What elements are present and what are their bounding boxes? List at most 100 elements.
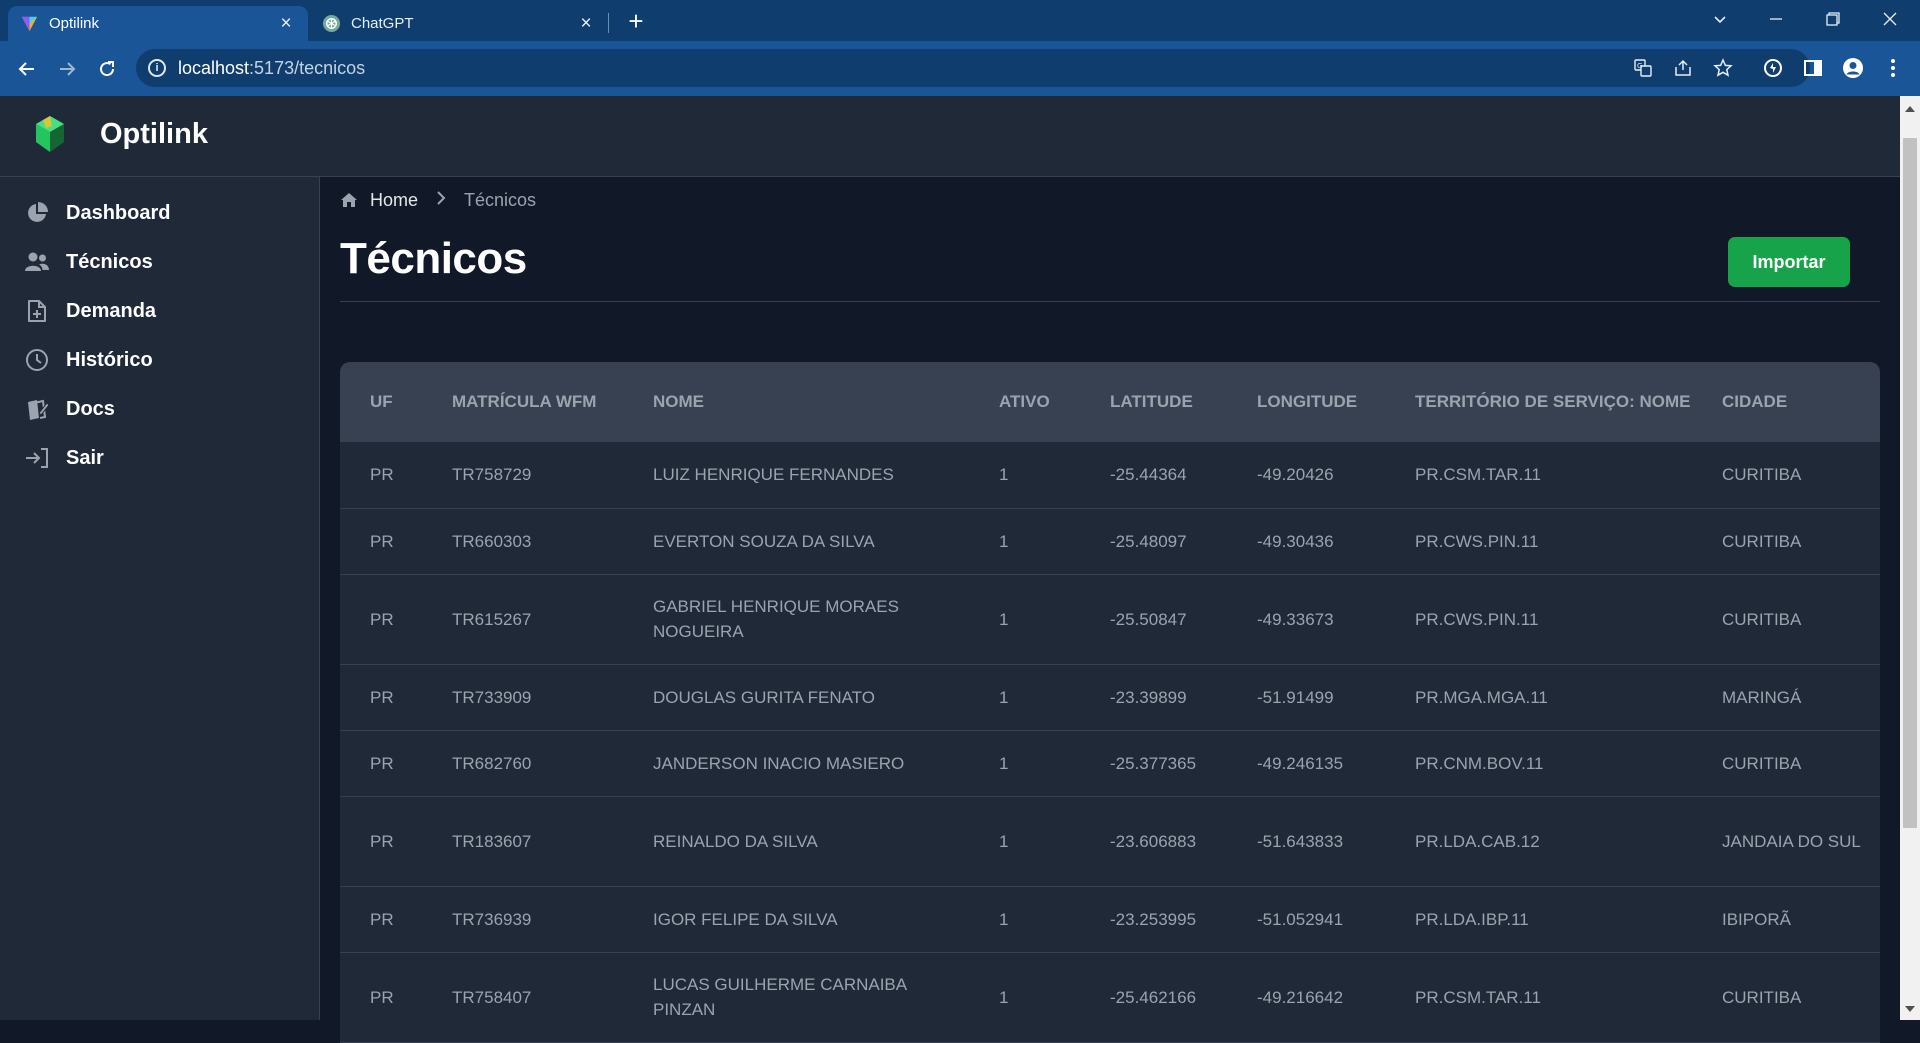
site-info-icon[interactable]: i: [148, 59, 166, 77]
cell-territorio: PR.CSM.TAR.11: [1385, 952, 1692, 1043]
cell-cidade: CURITIBA: [1692, 730, 1880, 797]
column-header-ativo[interactable]: Ativo: [969, 362, 1080, 442]
column-header-territorio[interactable]: Território de Serviço: Nome: [1385, 362, 1692, 442]
cell-nome: GABRIEL HENRIQUE MORAES NOGUEIRA: [623, 574, 969, 665]
browser-toolbar: i localhost:5173/tecnicos G: [0, 41, 1920, 96]
cell-territorio: PR.CWS.PIN.11: [1385, 508, 1692, 575]
translate-icon[interactable]: G: [1632, 58, 1654, 80]
back-arrow-icon[interactable]: [12, 54, 42, 84]
cell-matricula: TR758407: [422, 952, 623, 1043]
sidebar-item-label: Sair: [66, 446, 104, 469]
browser-menu-icon[interactable]: [1879, 54, 1907, 82]
cell-cidade: MARINGÁ: [1692, 664, 1880, 731]
cell-latitude: -23.606883: [1080, 796, 1227, 887]
table-row[interactable]: PR TR733909 DOUGLAS GURITA FENATO 1 -23.…: [340, 664, 1880, 731]
import-button[interactable]: Importar: [1728, 237, 1850, 287]
cell-longitude: -51.052941: [1227, 886, 1385, 953]
extension-icon[interactable]: [1759, 54, 1787, 82]
tab-title: ChatGPT: [351, 15, 414, 32]
browser-tab-chatgpt[interactable]: ChatGPT ×: [310, 6, 608, 41]
cell-longitude: -49.216642: [1227, 952, 1385, 1043]
column-header-nome[interactable]: Nome: [623, 362, 969, 442]
cell-nome: IGOR FELIPE DA SILVA: [623, 886, 969, 953]
cell-matricula: TR615267: [422, 574, 623, 665]
column-header-cidade[interactable]: Cidade: [1692, 362, 1880, 442]
page-scrollbar[interactable]: [1900, 96, 1920, 1020]
restore-window-icon[interactable]: [1818, 4, 1848, 34]
cell-uf: PR: [340, 508, 422, 575]
table-row[interactable]: PR TR736939 IGOR FELIPE DA SILVA 1 -23.2…: [340, 886, 1880, 953]
column-header-longitude[interactable]: Longitude: [1227, 362, 1385, 442]
cell-territorio: PR.CSM.TAR.11: [1385, 442, 1692, 509]
cell-territorio: PR.CNM.BOV.11: [1385, 730, 1692, 797]
bookmark-star-icon[interactable]: [1712, 58, 1734, 80]
new-tab-button[interactable]: +: [622, 8, 650, 36]
cell-ativo: 1: [969, 508, 1080, 575]
column-header-uf[interactable]: UF: [340, 362, 422, 442]
cell-longitude: -49.246135: [1227, 730, 1385, 797]
table-row[interactable]: PR TR758729 LUIZ HENRIQUE FERNANDES 1 -2…: [340, 442, 1880, 509]
sidebar-item-tecnicos[interactable]: Técnicos: [24, 242, 304, 282]
users-icon: [24, 249, 50, 275]
scroll-down-arrow-icon[interactable]: [1905, 1006, 1915, 1012]
table-row[interactable]: PR TR758407 LUCAS GUILHERME CARNAIBA PIN…: [340, 952, 1880, 1043]
table-row[interactable]: PR TR615267 GABRIEL HENRIQUE MORAES NOGU…: [340, 574, 1880, 665]
cell-ativo: 1: [969, 574, 1080, 665]
cell-latitude: -25.462166: [1080, 952, 1227, 1043]
app-viewport: Optilink Dashboard Técnicos Demanda Hist…: [0, 96, 1920, 1043]
cell-cidade: JANDAIA DO SUL: [1692, 796, 1880, 887]
sidebar-item-label: Técnicos: [66, 250, 153, 273]
forward-arrow-icon[interactable]: [52, 54, 82, 84]
close-tab-icon[interactable]: ×: [276, 13, 296, 34]
table-row[interactable]: PR TR682760 JANDERSON INACIO MASIERO 1 -…: [340, 730, 1880, 797]
sidebar-item-historico[interactable]: Histórico: [24, 340, 304, 380]
cell-nome: REINALDO DA SILVA: [623, 796, 969, 887]
minimize-window-icon[interactable]: [1761, 4, 1791, 34]
share-icon[interactable]: [1672, 58, 1694, 80]
column-header-latitude[interactable]: Latitude: [1080, 362, 1227, 442]
scrollbar-thumb[interactable]: [1903, 138, 1917, 828]
breadcrumb: Home Técnicos: [340, 187, 536, 213]
sidebar-item-label: Dashboard: [66, 201, 171, 224]
cell-longitude: -49.30436: [1227, 508, 1385, 575]
profile-avatar-icon[interactable]: [1839, 54, 1867, 82]
sidebar-item-sair[interactable]: Sair: [24, 438, 304, 478]
table-row[interactable]: PR TR183607 REINALDO DA SILVA 1 -23.6068…: [340, 796, 1880, 887]
optilink-logo-icon[interactable]: [30, 114, 70, 154]
cell-ativo: 1: [969, 796, 1080, 887]
table-row[interactable]: PR TR660303 EVERTON SOUZA DA SILVA 1 -25…: [340, 508, 1880, 575]
url-host: localhost: [178, 58, 250, 78]
file-plus-icon: [24, 298, 50, 324]
tab-search-icon[interactable]: [1705, 4, 1735, 34]
cell-territorio: PR.LDA.IBP.11: [1385, 886, 1692, 953]
address-bar[interactable]: i localhost:5173/tecnicos G: [136, 49, 1810, 87]
cell-latitude: -25.44364: [1080, 442, 1227, 509]
home-icon: [341, 193, 357, 207]
sidebar-item-docs[interactable]: Docs: [24, 389, 304, 429]
breadcrumb-home[interactable]: Home: [370, 190, 418, 211]
cell-longitude: -51.643833: [1227, 796, 1385, 887]
cell-cidade: CURITIBA: [1692, 952, 1880, 1043]
chevron-right-icon: [436, 190, 446, 211]
optilink-favicon-icon: [21, 16, 38, 32]
cell-uf: PR: [340, 442, 422, 509]
cell-matricula: TR736939: [422, 886, 623, 953]
brand-name[interactable]: Optilink: [100, 118, 208, 151]
browser-tab-optilink[interactable]: Optilink ×: [8, 6, 308, 41]
close-tab-icon[interactable]: ×: [576, 13, 596, 34]
cell-territorio: PR.CWS.PIN.11: [1385, 574, 1692, 665]
pie-chart-icon: [24, 200, 50, 226]
column-header-matricula[interactable]: Matrícula WFM: [422, 362, 623, 442]
sidebar-item-dashboard[interactable]: Dashboard: [24, 193, 304, 233]
url-text[interactable]: localhost:5173/tecnicos: [178, 58, 365, 79]
cell-matricula: TR758729: [422, 442, 623, 509]
cell-matricula: TR660303: [422, 508, 623, 575]
page-title: Técnicos: [340, 234, 527, 283]
browser-tab-bar: Optilink × ChatGPT × +: [0, 0, 1920, 41]
sidebar-item-demanda[interactable]: Demanda: [24, 291, 304, 331]
chatgpt-favicon-icon: [322, 14, 341, 33]
close-window-icon[interactable]: [1875, 4, 1905, 34]
scroll-up-arrow-icon[interactable]: [1905, 106, 1915, 112]
side-panel-icon[interactable]: [1799, 54, 1827, 82]
reload-icon[interactable]: [92, 54, 122, 84]
